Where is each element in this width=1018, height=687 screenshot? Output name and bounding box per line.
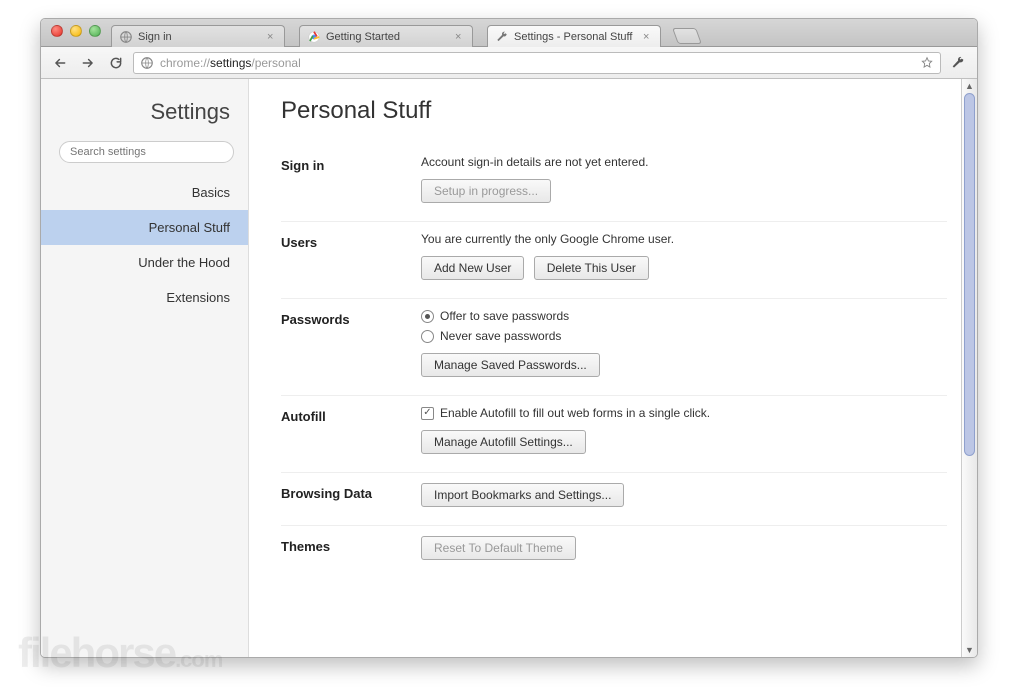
- section-label: Browsing Data: [281, 483, 421, 507]
- globe-icon: [119, 30, 133, 44]
- scroll-down-arrow-icon[interactable]: ▼: [962, 643, 977, 657]
- sidebar-item-basics[interactable]: Basics: [41, 175, 248, 210]
- section-users: Users You are currently the only Google …: [281, 222, 947, 299]
- radio-label: Never save passwords: [440, 329, 561, 343]
- reset-theme-button[interactable]: Reset To Default Theme: [421, 536, 576, 560]
- reload-button[interactable]: [105, 52, 127, 74]
- globe-icon: [140, 56, 154, 70]
- sidebar-item-under-the-hood[interactable]: Under the Hood: [41, 245, 248, 280]
- manage-saved-passwords-button[interactable]: Manage Saved Passwords...: [421, 353, 600, 377]
- tab-sign-in[interactable]: Sign in ×: [111, 25, 285, 47]
- never-save-passwords-radio[interactable]: [421, 330, 434, 343]
- forward-button[interactable]: [77, 52, 99, 74]
- sidebar-title: Settings: [41, 79, 248, 141]
- wrench-icon: [495, 30, 509, 44]
- tab-label: Getting Started: [326, 31, 455, 43]
- tab-label: Settings - Personal Stuff: [514, 31, 643, 43]
- titlebar: Sign in × Getting Started × Settings - P…: [41, 19, 977, 47]
- section-browsing-data: Browsing Data Import Bookmarks and Setti…: [281, 473, 947, 526]
- zoom-window-button[interactable]: [89, 25, 101, 37]
- omnibox[interactable]: chrome://settings/personal: [133, 52, 941, 74]
- toolbar: chrome://settings/personal: [41, 47, 977, 79]
- tab-strip: Sign in × Getting Started × Settings - P…: [111, 19, 699, 46]
- delete-this-user-button[interactable]: Delete This User: [534, 256, 649, 280]
- section-autofill: Autofill Enable Autofill to fill out web…: [281, 396, 947, 473]
- scrollbar-thumb[interactable]: [964, 93, 975, 456]
- url-text: chrome://settings/personal: [160, 56, 914, 70]
- chrome-icon: [307, 30, 321, 44]
- section-themes: Themes Reset To Default Theme: [281, 526, 947, 564]
- radio-label: Offer to save passwords: [440, 309, 569, 323]
- close-icon[interactable]: ×: [455, 32, 465, 42]
- browser-window: Sign in × Getting Started × Settings - P…: [40, 18, 978, 658]
- close-icon[interactable]: ×: [643, 32, 653, 42]
- import-bookmarks-button[interactable]: Import Bookmarks and Settings...: [421, 483, 624, 507]
- close-icon[interactable]: ×: [267, 32, 277, 42]
- tab-label: Sign in: [138, 31, 267, 43]
- back-button[interactable]: [49, 52, 71, 74]
- signin-status-text: Account sign-in details are not yet ente…: [421, 155, 947, 169]
- sidebar-item-extensions[interactable]: Extensions: [41, 280, 248, 315]
- section-passwords: Passwords Offer to save passwords Never …: [281, 299, 947, 396]
- page-title: Personal Stuff: [281, 97, 947, 125]
- add-new-user-button[interactable]: Add New User: [421, 256, 524, 280]
- settings-sidebar: Settings Basics Personal Stuff Under the…: [41, 79, 249, 657]
- content-area: Settings Basics Personal Stuff Under the…: [41, 79, 977, 657]
- checkbox-label: Enable Autofill to fill out web forms in…: [440, 406, 710, 420]
- settings-main: Personal Stuff Sign in Account sign-in d…: [249, 79, 977, 657]
- section-sign-in: Sign in Account sign-in details are not …: [281, 145, 947, 222]
- section-label: Users: [281, 232, 421, 280]
- tab-getting-started[interactable]: Getting Started ×: [299, 25, 473, 47]
- offer-save-passwords-radio[interactable]: [421, 310, 434, 323]
- window-controls: [51, 25, 101, 37]
- section-label: Sign in: [281, 155, 421, 203]
- close-window-button[interactable]: [51, 25, 63, 37]
- scroll-up-arrow-icon[interactable]: ▲: [962, 79, 977, 93]
- section-label: Autofill: [281, 406, 421, 454]
- enable-autofill-checkbox[interactable]: [421, 407, 434, 420]
- bookmark-star-icon[interactable]: [920, 56, 934, 70]
- minimize-window-button[interactable]: [70, 25, 82, 37]
- section-label: Passwords: [281, 309, 421, 377]
- users-status-text: You are currently the only Google Chrome…: [421, 232, 947, 246]
- search-settings-input[interactable]: [59, 141, 234, 163]
- scrollbar[interactable]: ▲ ▼: [961, 79, 977, 657]
- wrench-menu-button[interactable]: [947, 52, 969, 74]
- new-tab-button[interactable]: [672, 28, 702, 44]
- section-label: Themes: [281, 536, 421, 560]
- tab-settings[interactable]: Settings - Personal Stuff ×: [487, 25, 661, 47]
- sidebar-nav: Basics Personal Stuff Under the Hood Ext…: [41, 175, 248, 315]
- setup-in-progress-button[interactable]: Setup in progress...: [421, 179, 551, 203]
- manage-autofill-settings-button[interactable]: Manage Autofill Settings...: [421, 430, 586, 454]
- sidebar-item-personal-stuff[interactable]: Personal Stuff: [41, 210, 248, 245]
- scrollbar-track[interactable]: [962, 93, 977, 643]
